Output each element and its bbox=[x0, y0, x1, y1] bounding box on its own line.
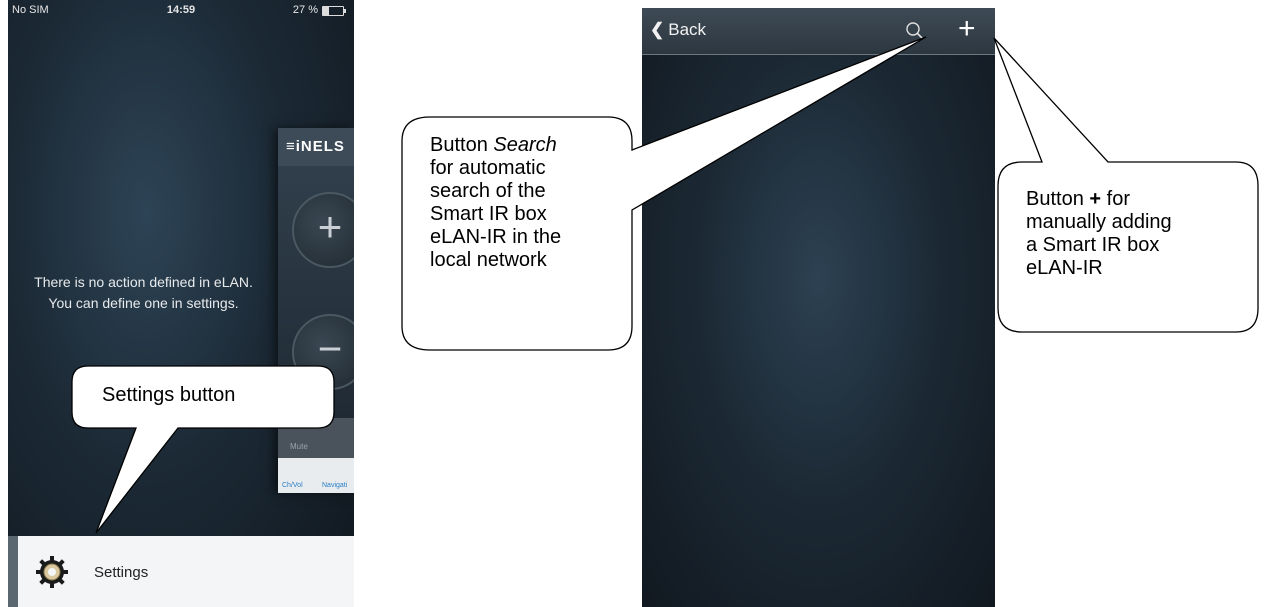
search-callout-line: eLAN-IR in the bbox=[430, 226, 562, 248]
search-callout-italic: Search bbox=[493, 134, 557, 156]
search-callout-line: local network bbox=[430, 249, 547, 271]
add-callout-line: manually adding bbox=[1026, 211, 1172, 233]
search-callout-line: for automatic bbox=[430, 157, 546, 179]
add-callout-line: a Smart IR box bbox=[1026, 234, 1160, 256]
add-callout-suffix: for bbox=[1101, 188, 1130, 210]
add-callout-line: eLAN-IR bbox=[1026, 257, 1103, 279]
callout-layer bbox=[71, 36, 1259, 534]
add-callout-prefix: Button bbox=[1026, 188, 1090, 210]
search-callout-text: Button Search for automatic search of th… bbox=[430, 134, 561, 272]
add-callout-bold: + bbox=[1089, 188, 1102, 210]
search-callout-line: search of the bbox=[430, 180, 546, 202]
add-callout-bubble bbox=[993, 37, 1259, 333]
add-callout-text: Button + for manually adding a Smart IR … bbox=[1026, 188, 1172, 280]
search-callout-prefix: Button bbox=[430, 134, 494, 156]
search-callout-line: Smart IR box bbox=[430, 203, 547, 225]
settings-callout-text: Settings button bbox=[102, 384, 236, 406]
